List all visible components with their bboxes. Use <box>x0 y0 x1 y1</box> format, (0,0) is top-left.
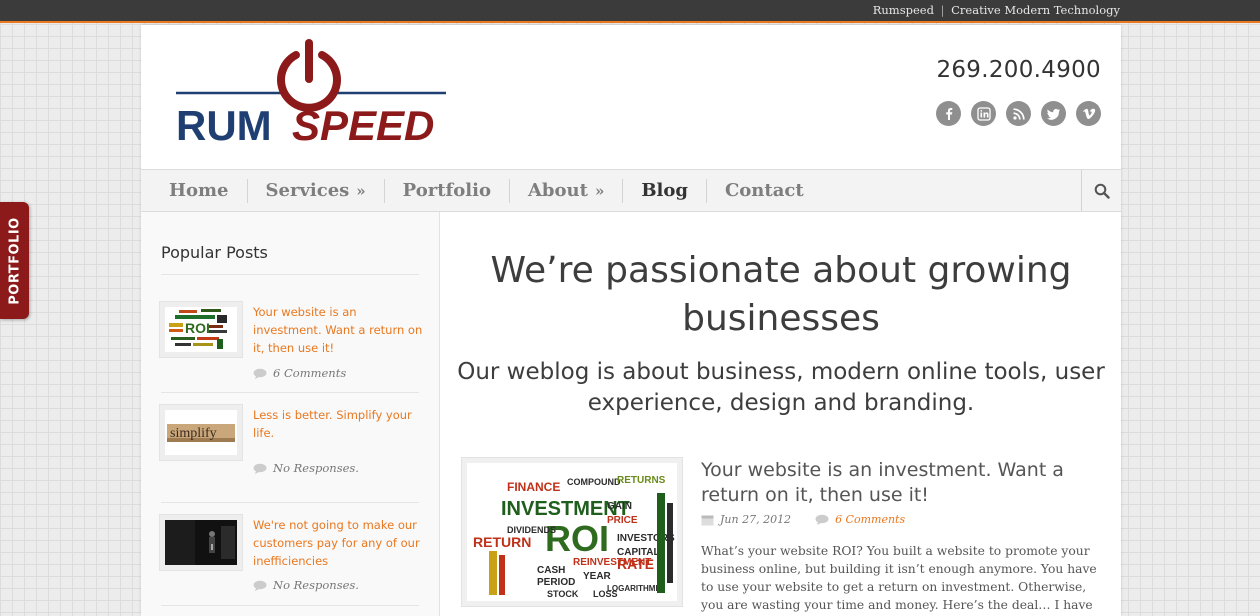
nav-item-contact[interactable]: Contact <box>707 179 822 203</box>
nav-item-blog[interactable]: Blog <box>623 178 707 203</box>
search-icon <box>1094 183 1110 199</box>
hero-subtitle: Our weblog is about business, modern onl… <box>457 359 1105 416</box>
svg-text:CASH: CASH <box>537 565 565 576</box>
divider <box>161 502 419 503</box>
sidebar: Popular Posts ROI Your website is an inv… <box>141 212 440 616</box>
divider <box>161 605 419 606</box>
svg-text:RETURN: RETURN <box>473 534 531 550</box>
tagline-brand: Rumspeed <box>872 3 934 17</box>
main-nav: Home Services » Portfolio About » Blog Con… <box>141 169 1121 212</box>
svg-text:YEAR: YEAR <box>583 571 612 582</box>
nav-item-portfolio[interactable]: Portfolio <box>385 178 510 203</box>
simplify-thumbnail: simplify <box>165 410 237 455</box>
search-button[interactable] <box>1081 170 1121 211</box>
svg-text:GAIN: GAIN <box>607 501 632 512</box>
popular-post-title[interactable]: Less is better. Simplify your life. <box>253 406 423 442</box>
hero-title: We’re passionate about growing businesse… <box>490 250 1072 339</box>
dark-figure-thumbnail <box>165 520 237 565</box>
popular-post-meta: 6 Comments <box>253 366 346 380</box>
svg-text:PRICE: PRICE <box>607 515 638 526</box>
social-links <box>936 101 1101 126</box>
portfolio-side-tab[interactable]: PORTFOLIO <box>0 202 29 319</box>
nav-item-services-label: Services <box>265 179 350 201</box>
post-thumbnail[interactable] <box>159 514 243 571</box>
roi-wordcloud-image: FINANCE COMPOUND RETURNS INVESTMENT GAIN… <box>467 463 677 601</box>
nav-item-about[interactable]: About » <box>510 178 624 203</box>
comment-count: No Responses. <box>273 578 359 592</box>
popular-post-title[interactable]: Your website is an investment. Want a re… <box>253 303 423 357</box>
post-thumbnail[interactable]: simplify <box>159 404 243 461</box>
nav-item-home[interactable]: Home <box>151 178 248 203</box>
nav-item-about-label: About <box>527 179 588 201</box>
top-bar: Rumspeed | Creative Modern Technology <box>0 0 1260 23</box>
linkedin-icon[interactable] <box>971 101 996 126</box>
svg-text:PERIOD: PERIOD <box>537 577 575 588</box>
popular-posts-heading: Popular Posts <box>161 243 268 262</box>
comment-icon <box>815 514 829 525</box>
post-comments-link[interactable]: 6 Comments <box>835 513 905 526</box>
comment-icon <box>253 463 267 474</box>
popular-post-meta: No Responses. <box>253 578 359 592</box>
main-content: We’re passionate about growing businesse… <box>441 212 1121 616</box>
divider <box>161 392 419 393</box>
vimeo-icon[interactable] <box>1076 101 1101 126</box>
svg-text:INVESTORS: INVESTORS <box>617 533 675 544</box>
comment-count: No Responses. <box>273 461 359 475</box>
svg-text:RETURNS: RETURNS <box>617 475 666 486</box>
rss-icon[interactable] <box>1006 101 1031 126</box>
svg-text:SPEED: SPEED <box>292 102 434 149</box>
nav-item-blog-label: Blog <box>641 179 688 201</box>
post-meta: Jun 27, 2012 6 Comments <box>701 513 905 526</box>
facebook-icon[interactable] <box>936 101 961 126</box>
phone-number[interactable]: 269.200.4900 <box>936 57 1101 83</box>
post-featured-image[interactable]: FINANCE COMPOUND RETURNS INVESTMENT GAIN… <box>461 457 683 607</box>
divider <box>161 274 419 275</box>
svg-text:RUM: RUM <box>176 102 272 149</box>
comment-count[interactable]: 6 Comments <box>273 366 346 380</box>
submenu-chevron-icon: » <box>356 181 366 200</box>
site-tagline: Rumspeed | Creative Modern Technology <box>873 3 1120 17</box>
post-title[interactable]: Your website is an investment. Want a re… <box>701 458 1101 508</box>
rumspeed-logo[interactable]: RUM SPEED <box>174 39 454 149</box>
page-container: RUM SPEED 269.200.4900 Home Services » Po… <box>141 25 1121 616</box>
post-excerpt: What’s your website ROI? You built a web… <box>701 544 1097 612</box>
nav-item-contact-label: Contact <box>724 179 804 201</box>
svg-text:RATE: RATE <box>617 556 654 572</box>
svg-text:DIVIDENDS: DIVIDENDS <box>507 525 556 535</box>
roi-wordcloud-thumbnail: ROI <box>165 307 237 352</box>
nav-item-home-label: Home <box>169 179 229 201</box>
submenu-chevron-icon: » <box>594 181 605 200</box>
nav-item-portfolio-label: Portfolio <box>402 179 491 201</box>
svg-text:FINANCE: FINANCE <box>507 480 560 494</box>
svg-text:ROI: ROI <box>185 320 210 336</box>
calendar-icon <box>701 515 714 525</box>
post-thumbnail[interactable]: ROI <box>159 301 243 358</box>
twitter-icon[interactable] <box>1041 101 1066 126</box>
comment-icon <box>253 580 267 591</box>
svg-text:simplify: simplify <box>170 426 217 441</box>
svg-text:STOCK: STOCK <box>547 589 579 599</box>
nav-item-services[interactable]: Services » <box>248 178 385 203</box>
tagline-text: Creative Modern Technology <box>951 3 1120 17</box>
tagline-separator: | <box>940 3 945 17</box>
post-date: Jun 27, 2012 <box>720 513 792 526</box>
svg-text:COMPOUND: COMPOUND <box>567 477 621 487</box>
comment-icon <box>253 368 267 379</box>
popular-post-title[interactable]: We're not going to make our customers pa… <box>253 516 423 570</box>
svg-text:LOSS: LOSS <box>593 589 618 599</box>
portfolio-side-tab-label: PORTFOLIO <box>7 216 22 305</box>
popular-post-meta: No Responses. <box>253 461 359 475</box>
